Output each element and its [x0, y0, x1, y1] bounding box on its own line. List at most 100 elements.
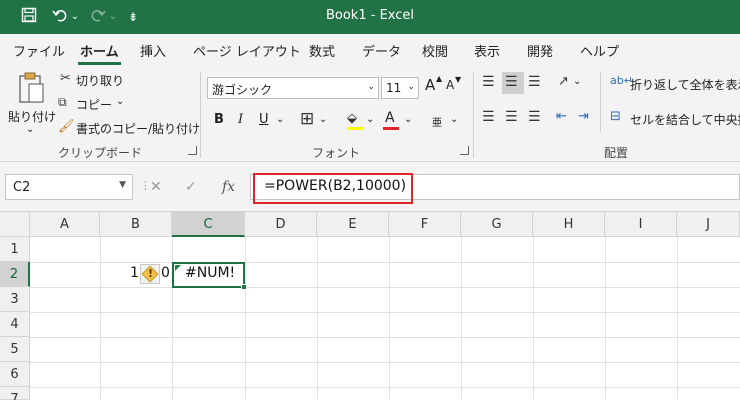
row-header-3[interactable]: 3	[0, 287, 30, 312]
ribbon: 貼り付け ⌄ ✂ 切り取り ⧉ コピー ⌄ 🖌 書式のコピー/貼り付け クリップ…	[0, 66, 740, 162]
underline-dropdown-icon[interactable]: ⌄	[276, 114, 284, 125]
select-all-button[interactable]	[0, 212, 30, 237]
format-painter-button[interactable]: 書式のコピー/貼り付け	[76, 120, 200, 137]
fill-dropdown-icon[interactable]: ⌄	[366, 114, 374, 125]
decrease-icon: ▼	[455, 75, 462, 84]
italic-button[interactable]: I	[238, 112, 243, 127]
borders-dropdown-icon[interactable]: ⌄	[319, 114, 327, 125]
tab-home[interactable]: ホーム	[78, 41, 121, 65]
wrap-text-button[interactable]: 折り返して全体を表示す	[630, 76, 740, 93]
underline-button[interactable]: U	[259, 112, 269, 127]
tab-insert[interactable]: 挿入	[140, 41, 166, 60]
align-left-icon[interactable]: ☰	[482, 109, 495, 125]
decrease-indent-icon[interactable]: ⇤	[556, 109, 567, 124]
row-header-2[interactable]: 2	[0, 262, 30, 287]
font-name-select[interactable]: 游ゴシック ⌄	[207, 77, 379, 99]
fill-handle[interactable]	[241, 284, 247, 290]
error-check-button[interactable]: !	[140, 264, 160, 284]
paste-label: 貼り付け	[8, 110, 57, 124]
error-indicator-icon	[175, 265, 181, 271]
font-size-select[interactable]: 11 ⌄	[381, 77, 419, 99]
font-color-dropdown-icon[interactable]: ⌄	[404, 114, 412, 125]
cell-b2-text-left: 1	[130, 265, 139, 281]
column-header-g[interactable]: G	[461, 212, 533, 237]
window-title: Book1 - Excel	[325, 8, 415, 23]
column-header-a[interactable]: A	[30, 212, 100, 237]
align-center-icon[interactable]: ☰	[505, 109, 518, 125]
fill-color-icon[interactable]: ⬙	[347, 111, 357, 126]
align-right-icon[interactable]: ☰	[528, 109, 541, 125]
tab-formulas[interactable]: 数式	[309, 41, 335, 60]
alignment-group-label: 配置	[604, 146, 629, 160]
column-header-c[interactable]: C	[172, 212, 245, 237]
shrink-font-button[interactable]: A	[446, 78, 454, 92]
row-header-7[interactable]: 7	[0, 387, 30, 400]
font-color-bar	[383, 127, 399, 130]
grow-font-button[interactable]: A	[425, 76, 435, 94]
borders-icon[interactable]: ⊞	[300, 109, 314, 129]
column-header-e[interactable]: E	[317, 212, 389, 237]
insert-function-button[interactable]: fx	[222, 179, 235, 195]
column-header-i[interactable]: I	[605, 212, 677, 237]
gridline	[30, 287, 740, 288]
align-top-icon[interactable]: ☰	[482, 74, 495, 90]
column-header-h[interactable]: H	[533, 212, 605, 237]
font-launcher-icon[interactable]	[460, 146, 469, 155]
formula-bar: C2 ▼ ⋮ ✕ ✓ fx =POWER(B2,10000)	[0, 162, 740, 212]
merge-center-button[interactable]: セルを結合して中央揃	[630, 111, 740, 128]
name-box-value: C2	[13, 180, 31, 195]
copy-dropdown-icon[interactable]: ⌄	[116, 96, 124, 107]
gridline	[30, 387, 740, 388]
align-bottom-icon[interactable]: ☰	[528, 74, 541, 90]
tab-view[interactable]: 表示	[474, 41, 500, 60]
font-name-value: 游ゴシック	[212, 83, 273, 97]
column-header-b[interactable]: B	[100, 212, 172, 237]
tab-page-layout[interactable]: ページ レイアウト	[193, 41, 301, 60]
ribbon-divider	[200, 72, 201, 158]
bold-button[interactable]: B	[214, 112, 224, 127]
copy-button[interactable]: コピー	[76, 96, 112, 113]
column-header-j[interactable]: J	[677, 212, 740, 237]
gridline	[30, 362, 740, 363]
paste-dropdown-icon[interactable]: ⌄	[26, 124, 34, 135]
column-header-f[interactable]: F	[389, 212, 461, 237]
increase-indent-icon[interactable]: ⇥	[578, 109, 589, 124]
cut-button[interactable]: 切り取り	[76, 72, 124, 89]
row-header-5[interactable]: 5	[0, 337, 30, 362]
name-box[interactable]: C2 ▼	[5, 174, 133, 200]
font-group-label: フォント	[312, 146, 361, 160]
clipboard-group-label: クリップボード	[58, 146, 143, 160]
cell-c2-value: #NUM!	[185, 265, 236, 281]
format-painter-icon: 🖌	[58, 119, 75, 134]
worksheet-grid: A B C D E F G H I J 1 2 3 4 5 6 7 1 0 ! …	[0, 212, 740, 400]
column-header-d[interactable]: D	[245, 212, 317, 237]
align-middle-icon[interactable]: ☰	[505, 74, 518, 90]
formula-text: =POWER(B2,10000)	[264, 178, 407, 194]
gridline	[30, 312, 740, 313]
clipboard-icon	[17, 72, 45, 107]
ribbon-divider	[473, 72, 474, 158]
merge-center-icon: ⊟	[610, 109, 621, 124]
tab-review[interactable]: 校閲	[422, 41, 448, 60]
tab-file[interactable]: ファイル	[13, 41, 65, 60]
row-header-4[interactable]: 4	[0, 312, 30, 337]
clipboard-launcher-icon[interactable]	[188, 146, 197, 155]
row-header-6[interactable]: 6	[0, 362, 30, 387]
paste-button[interactable]: 貼り付け ⌄	[8, 70, 57, 140]
row-header-1[interactable]: 1	[0, 237, 30, 262]
phonetic-dropdown-icon[interactable]: ⌄	[450, 114, 458, 125]
tab-developer[interactable]: 開発	[527, 41, 553, 60]
cancel-button[interactable]: ✕	[150, 179, 162, 195]
phonetic-icon[interactable]: 亜	[432, 114, 442, 129]
cell-b2-text-right: 0	[161, 265, 170, 281]
tab-help[interactable]: ヘルプ	[580, 41, 619, 60]
tab-data[interactable]: データ	[362, 41, 401, 60]
enter-button[interactable]: ✓	[185, 179, 197, 195]
font-color-button[interactable]: A	[385, 110, 395, 126]
gridline	[30, 337, 740, 338]
orientation-dropdown-icon[interactable]: ⌄	[573, 76, 581, 87]
orientation-icon[interactable]: ↗	[558, 74, 569, 89]
font-size-value: 11	[386, 81, 402, 95]
scissors-icon: ✂	[60, 71, 71, 86]
chevron-down-icon: ⌄	[407, 82, 415, 92]
